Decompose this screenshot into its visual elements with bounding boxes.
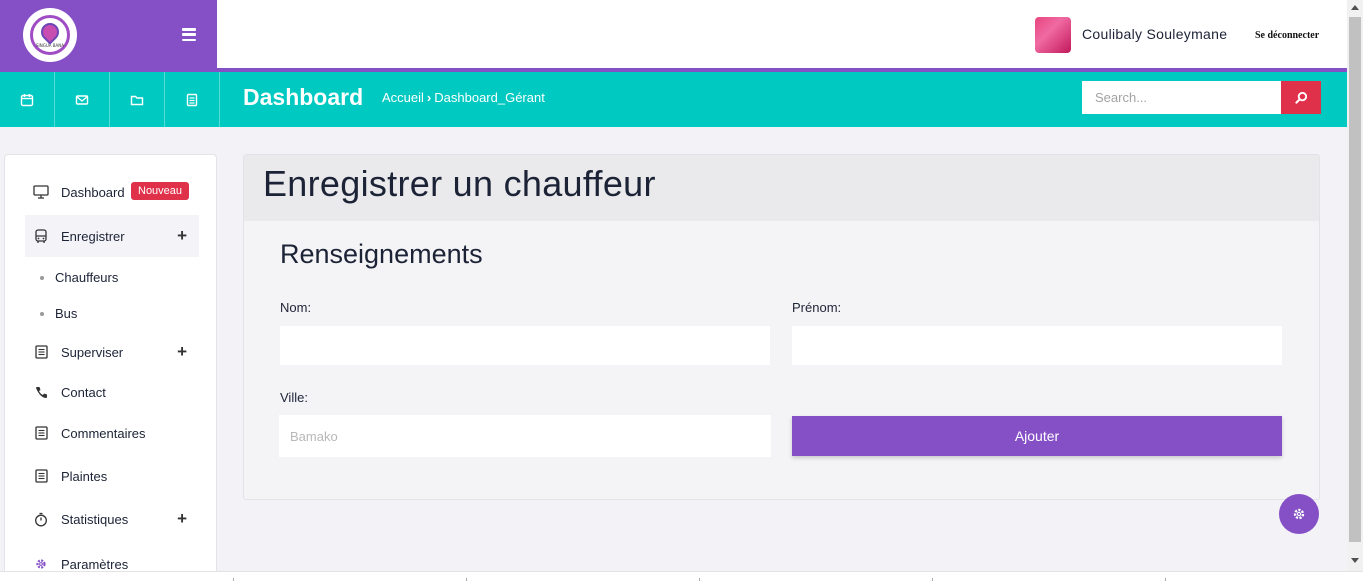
search-input[interactable] [1082,81,1282,114]
sidebar-subitem-label: Chauffeurs [55,270,119,285]
nom-field[interactable] [280,326,770,365]
nom-label: Nom: [280,300,312,315]
list-icon [33,468,49,484]
sidebar-item-label: Contact [61,384,106,400]
expand-icon[interactable]: + [177,226,187,246]
scroll-thumb[interactable] [1349,17,1361,542]
scrollbar[interactable] [1347,0,1363,571]
register-driver-card: Enregistrer un chauffeur Renseignements … [243,154,1320,500]
expand-icon[interactable]: + [177,342,187,362]
user-name[interactable]: Coulibaly Souleymane [1082,26,1227,42]
calendar-icon[interactable] [0,72,55,127]
search-button[interactable] [1281,81,1321,114]
sidebar-item-label: Enregistrer [61,228,125,244]
card-header: Enregistrer un chauffeur [244,155,1319,221]
breadcrumb-home[interactable]: Accueil [382,90,424,105]
logout-link[interactable]: Se déconnecter [1255,30,1319,41]
breadcrumb-separator: › [426,90,432,105]
list-icon [33,344,49,360]
sidebar-item-contact[interactable]: Contact [25,371,199,413]
sidebar-subitem-bus[interactable]: Bus [40,306,77,321]
list-icon [33,425,49,441]
sidebar-subitem-label: Bus [55,306,78,321]
bullet-icon [40,311,44,316]
status-badge: Nouveau [131,182,190,200]
ville-field[interactable] [279,415,771,457]
scroll-up-icon[interactable] [1351,5,1359,10]
sidebar-item-label: Superviser [61,344,124,360]
gear-icon [33,556,49,572]
avatar[interactable] [1035,17,1071,53]
sidebar-item-superviser[interactable]: Superviser + [25,331,199,373]
bullet-icon [40,275,44,280]
gear-icon [1293,508,1305,520]
add-driver-button[interactable]: Ajouter [792,416,1282,456]
sidebar-item-label: Paramètres [61,556,129,572]
prenom-label: Prénom: [792,300,842,315]
bottom-strip [0,571,1363,581]
sidebar-item-enregistrer[interactable]: Enregistrer + [25,215,199,257]
sidebar-item-commentaires[interactable]: Commentaires [25,412,199,454]
breadcrumb-current: Dashboard_Gérant [434,90,545,105]
toolbar: Dashboard Accueil › Dashboard_Gérant [0,72,1347,127]
sidebar-item-plaintes[interactable]: Plaintes [25,455,199,497]
page-title: Dashboard [243,84,364,110]
prenom-field[interactable] [792,326,1282,365]
phone-icon [33,384,49,400]
sidebar-subitem-chauffeurs[interactable]: Chauffeurs [40,270,118,285]
sidebar-item-statistiques[interactable]: Statistiques + [25,498,199,540]
breadcrumb: Accueil › Dashboard_Gérant [382,90,545,105]
sidebar-item-label: Dashboard [61,184,125,200]
folder-icon[interactable] [110,72,165,127]
brand-area: SINGUA BANA [0,0,217,72]
search-icon [1294,91,1307,104]
settings-fab[interactable] [1279,494,1319,534]
bus-icon [33,228,49,244]
map-pin-icon [37,18,63,45]
expand-icon[interactable]: + [177,509,187,529]
stopwatch-icon [33,511,49,527]
sidebar: Dashboard Nouveau Enregistrer + Chauffeu… [4,154,217,581]
scroll-down-icon[interactable] [1351,558,1359,563]
logo-emblem: SINGUA BANA [30,15,70,55]
mail-icon[interactable] [55,72,110,127]
sidebar-item-label: Statistiques [61,511,129,527]
menu-toggle-icon[interactable] [182,28,196,41]
app-logo[interactable]: SINGUA BANA [23,8,77,62]
card-title: Enregistrer un chauffeur [263,163,656,204]
section-title: Renseignements [280,239,483,269]
sidebar-item-label: Plaintes [61,468,108,484]
ville-label: Ville: [280,390,308,405]
document-icon[interactable] [165,72,220,127]
top-header: SINGUA BANA Coulibaly Souleymane Se déco… [0,0,1347,72]
monitor-icon [33,184,49,200]
sidebar-item-label: Commentaires [61,425,146,441]
